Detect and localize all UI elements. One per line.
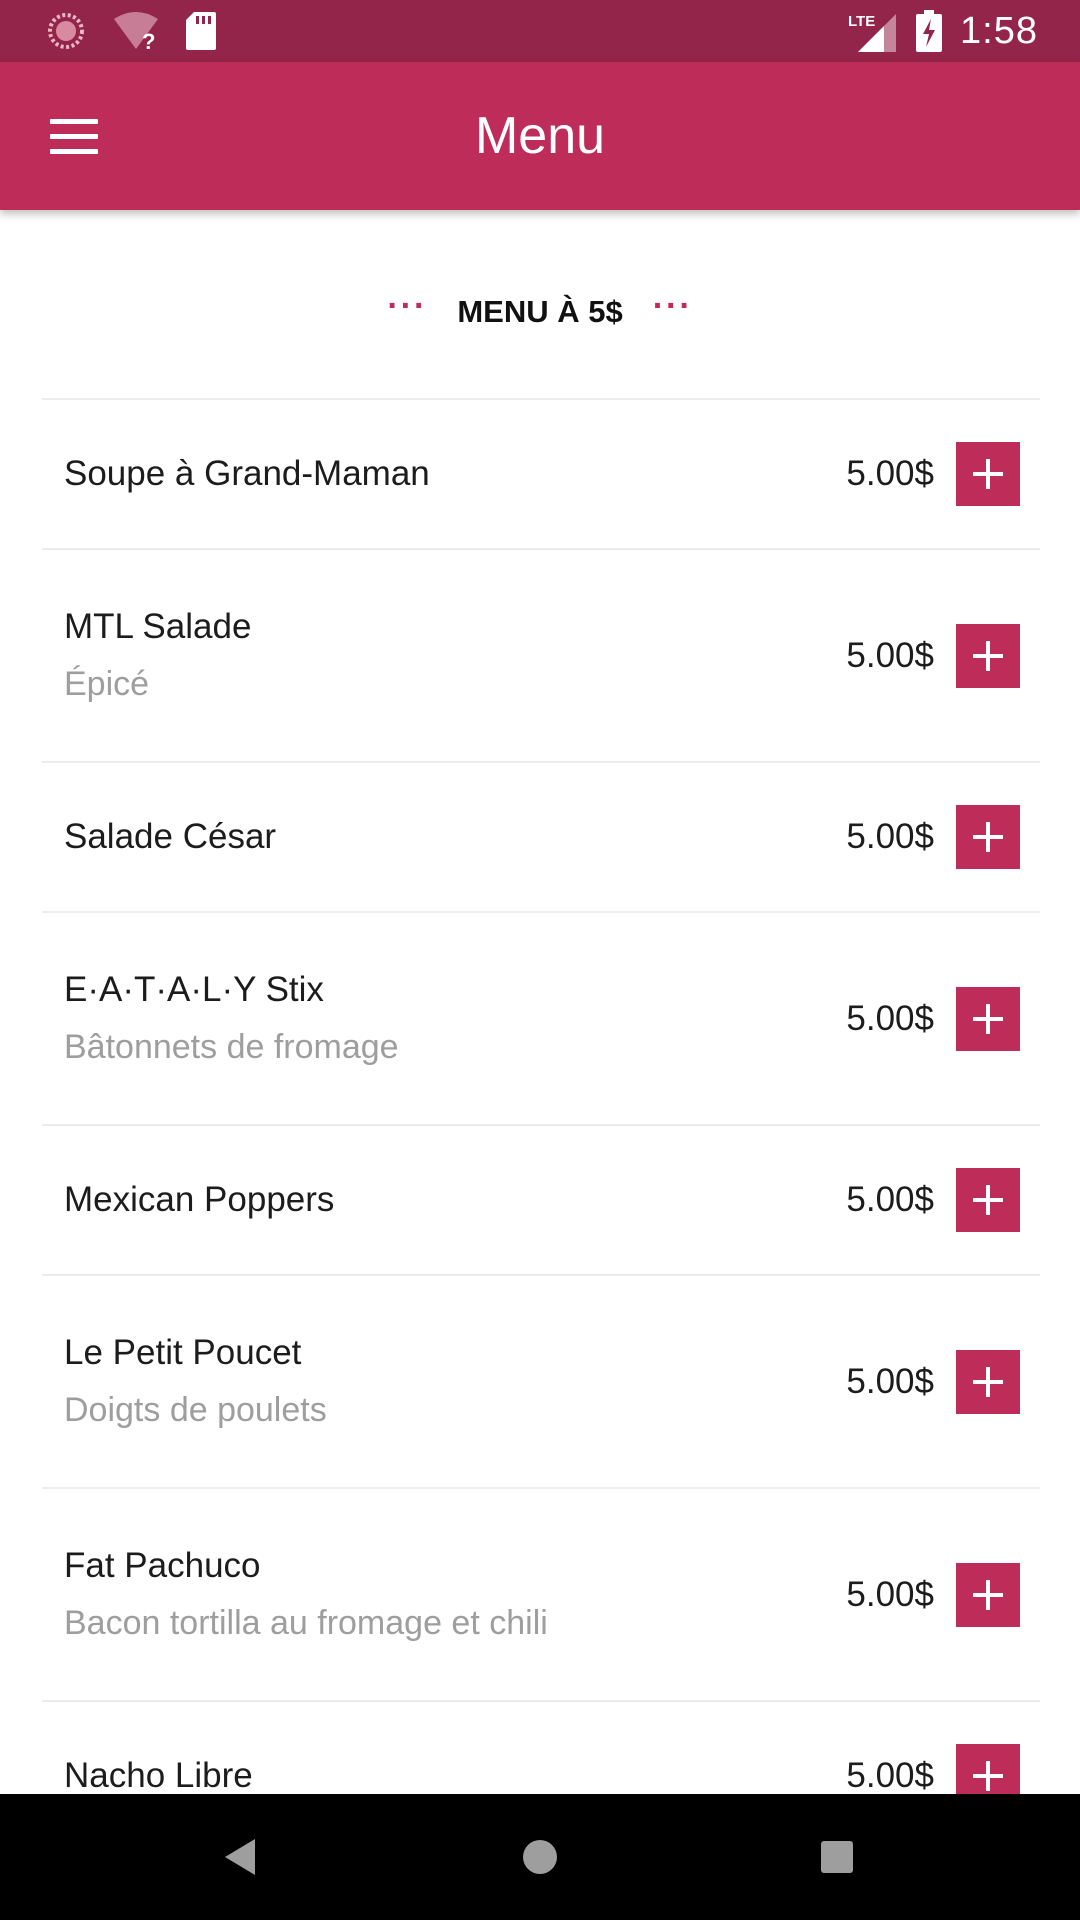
battery-charging-icon: [916, 10, 943, 52]
plus-icon: [973, 822, 1003, 852]
item-price: 5.00$: [846, 1180, 934, 1219]
menu-content[interactable]: ··· MENU À 5$ ··· Soupe à Grand-Maman 5.…: [0, 210, 1080, 1794]
menu-line: [50, 148, 98, 154]
menu-line: [50, 133, 98, 139]
decoration-dots-left: ···: [387, 287, 428, 325]
item-text: Mexican Poppers: [64, 1126, 334, 1274]
item-name: Soupe à Grand-Maman: [64, 454, 430, 493]
item-name: Mexican Poppers: [64, 1180, 335, 1219]
plus-icon: [973, 459, 1003, 489]
plus-icon: [973, 640, 1003, 671]
menu-item[interactable]: Nacho Libre 5.00$: [42, 1702, 1040, 1794]
item-name: E·A·T·A·L·Y Stix: [64, 970, 324, 1009]
item-name: Le Petit Poucet: [64, 1333, 302, 1372]
item-price: 5.00$: [846, 1574, 934, 1614]
decoration-dots-right: ···: [652, 287, 693, 325]
add-to-cart-button[interactable]: [956, 805, 1020, 869]
wifi-unknown-icon: ?: [112, 11, 160, 51]
svg-text:?: ?: [142, 29, 155, 51]
sd-card-icon: [186, 12, 216, 50]
lte-signal-icon: LTE: [848, 10, 898, 52]
plus-icon: [973, 1003, 1003, 1034]
item-description: Épicé: [64, 665, 150, 703]
recents-icon[interactable]: [797, 1822, 877, 1892]
app-bar: Menu: [0, 62, 1080, 210]
plus-icon: [973, 1366, 1003, 1397]
item-price: 5.00$: [846, 1361, 934, 1401]
plus-icon: [973, 1579, 1003, 1610]
plus-icon: [973, 1185, 1003, 1215]
item-text: Nacho Libre: [64, 1702, 253, 1794]
status-time: 1:58: [960, 9, 1038, 52]
menu-item[interactable]: Soupe à Grand-Maman 5.00$: [42, 400, 1040, 550]
item-description: Doigts de poulets: [64, 1391, 327, 1429]
item-price: 5.00$: [846, 998, 934, 1038]
menu-list: Soupe à Grand-Maman 5.00$ MTL Salade Épi…: [42, 398, 1040, 1794]
navigation-bar: [0, 1794, 1080, 1920]
menu-item[interactable]: Mexican Poppers 5.00$: [42, 1126, 1040, 1276]
menu-item[interactable]: MTL Salade Épicé 5.00$: [42, 550, 1040, 763]
add-to-cart-button[interactable]: [956, 1349, 1020, 1414]
menu-item[interactable]: Salade César 5.00$: [42, 763, 1040, 913]
item-price: 5.00$: [846, 454, 934, 493]
item-description: Bacon tortilla au fromage et chili: [64, 1604, 548, 1642]
menu-line: [50, 118, 98, 124]
item-price: 5.00$: [846, 817, 934, 856]
item-name: MTL Salade: [64, 607, 252, 646]
item-text: Le Petit Poucet Doigts de poulets: [64, 1276, 327, 1487]
section-title: MENU À 5$: [457, 294, 623, 329]
add-to-cart-button[interactable]: [956, 1168, 1020, 1232]
add-to-cart-button[interactable]: [956, 986, 1020, 1051]
sync-icon: [46, 11, 86, 51]
add-to-cart-button[interactable]: [956, 442, 1020, 506]
menu-item[interactable]: Fat Pachuco Bacon tortilla au fromage et…: [42, 1489, 1040, 1702]
item-name: Nacho Libre: [64, 1756, 253, 1794]
item-text: Fat Pachuco Bacon tortilla au fromage et…: [64, 1489, 548, 1700]
hamburger-menu-icon[interactable]: [36, 106, 110, 166]
menu-item[interactable]: E·A·T·A·L·Y Stix Bâtonnets de fromage 5.…: [42, 913, 1040, 1126]
item-text: Salade César: [64, 763, 276, 911]
network-label: LTE: [848, 13, 875, 30]
home-icon[interactable]: [500, 1822, 580, 1892]
status-bar: ? LTE 1:58: [0, 0, 1080, 62]
item-name: Salade César: [64, 817, 277, 856]
item-description: Bâtonnets de fromage: [64, 1028, 399, 1066]
item-text: Soupe à Grand-Maman: [64, 400, 430, 548]
item-text: E·A·T·A·L·Y Stix Bâtonnets de fromage: [64, 913, 399, 1124]
add-to-cart-button[interactable]: [956, 623, 1020, 688]
status-bar-left: ?: [46, 10, 216, 52]
item-name: Fat Pachuco: [64, 1546, 261, 1585]
add-to-cart-button[interactable]: [956, 1744, 1020, 1794]
plus-icon: [973, 1761, 1003, 1791]
status-bar-right: LTE 1:58: [848, 8, 1038, 54]
add-to-cart-button[interactable]: [956, 1562, 1020, 1627]
menu-item[interactable]: Le Petit Poucet Doigts de poulets 5.00$: [42, 1276, 1040, 1489]
item-price: 5.00$: [846, 635, 934, 675]
section-header: ··· MENU À 5$ ···: [0, 280, 1080, 344]
back-icon[interactable]: [200, 1822, 280, 1892]
item-text: MTL Salade Épicé: [64, 550, 251, 761]
item-price: 5.00$: [846, 1756, 934, 1794]
page-title: Menu: [474, 107, 606, 165]
